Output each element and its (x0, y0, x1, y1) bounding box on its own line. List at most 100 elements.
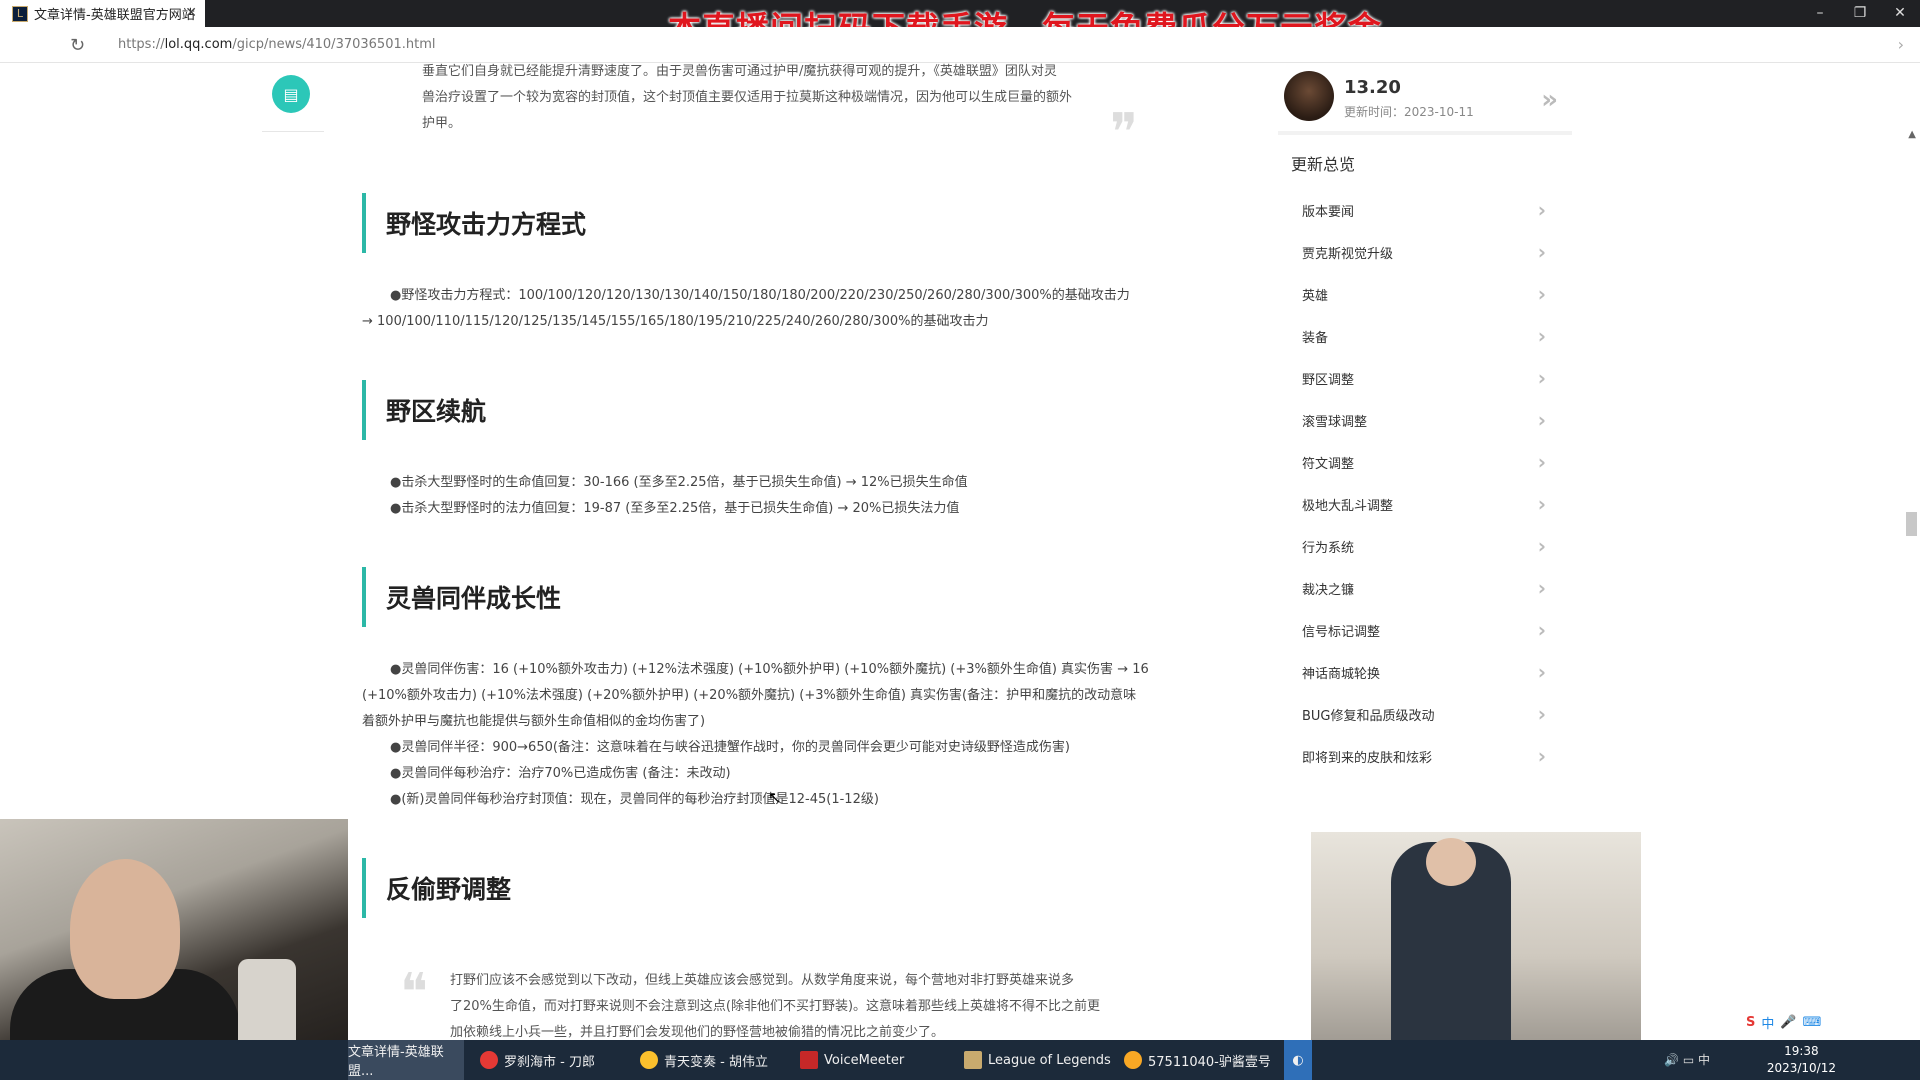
nav-item[interactable]: 版本要闻 › (1278, 189, 1572, 231)
nav-item[interactable]: 即将到来的皮肤和炫彩 › (1278, 735, 1572, 777)
intro-line: 兽治疗设置了一个较为宽容的封顶值，这个封顶值主要仅适用于拉莫斯这种极端情况，因为… (422, 90, 1073, 105)
chevron-right-icon: › (1537, 660, 1546, 684)
taskbar-item-label: 罗刹海市 - 刀郎 (504, 1054, 595, 1070)
scroll-up-icon[interactable]: ▲ (1908, 129, 1916, 140)
taskbar: 文章详情-英雄联盟... 罗刹海市 - 刀郎 青天变奏 - 胡伟立 VoiceM… (0, 1040, 1920, 1080)
nav-item-label: 符文调整 (1302, 456, 1355, 472)
ime-mode-label: 中 (1697, 1053, 1710, 1067)
taskbar-item-label: VoiceMeeter (824, 1052, 905, 1068)
double-chevron-right-icon[interactable]: » (1541, 85, 1558, 115)
window-close-icon[interactable]: ✕ (1880, 0, 1920, 27)
url-field[interactable]: https://lol.qq.com/gicp/news/410/3703650… (118, 37, 435, 52)
bullet-line: ●灵兽同伴每秒治疗：治疗70%已造成伤害 (备注：未改动) (390, 766, 731, 781)
mouse-cursor-icon: ↖ (768, 788, 782, 807)
nav-item[interactable]: 英雄 › (1278, 273, 1572, 315)
section-text: ●灵兽同伴伤害：16 (+10%额外攻击力) (+12%法术强度) (+10%额… (362, 657, 1172, 813)
url-path: /gicp/news/410/37036501.html (232, 37, 436, 52)
taskbar-item[interactable]: 57511040-驴酱壹号 (1124, 1040, 1271, 1080)
taskbar-item[interactable]: League of Legends (964, 1040, 1111, 1080)
taskbar-item[interactable]: 文章详情-英雄联盟... (348, 1040, 464, 1080)
taskbar-item[interactable]: VoiceMeeter (800, 1040, 904, 1080)
chevron-right-icon: › (1537, 576, 1546, 600)
nav-item[interactable]: 滚雪球调整 › (1278, 399, 1572, 441)
nav-item[interactable]: 信号标记调整 › (1278, 609, 1572, 651)
bullet-line: ●击杀大型野怪时的法力值回复：19-87 (至多至2.25倍，基于已损失生命值)… (390, 501, 960, 516)
nav-item[interactable]: 裁决之镰 › (1278, 567, 1572, 609)
url-host: lol.qq.com (164, 37, 233, 52)
chevron-right-icon: › (1537, 198, 1546, 222)
version-card[interactable]: 13.20 更新时间：2023-10-11 » (1278, 63, 1572, 135)
nav-item-label: BUG修复和品质级改动 (1302, 708, 1435, 724)
bullet-line: ●击杀大型野怪时的生命值回复：30-166 (至多至2.25倍，基于已损失生命值… (390, 475, 968, 490)
clock-date: 2023/10/12 (1766, 1061, 1836, 1075)
clock[interactable]: 19:38 2023/10/12 (1767, 1043, 1836, 1077)
window-controls: – ❐ ✕ (1800, 0, 1920, 27)
nav-item-label: 滚雪球调整 (1302, 414, 1368, 430)
tab-title: 文章详情-英雄联盟官方网站 (34, 8, 195, 23)
keyboard-icon: ⌨ (1802, 1014, 1822, 1030)
bullet-line: 着额外护甲与魔抗也能提供与额外生命值相似的金均伤害了) (362, 714, 706, 729)
nav-item[interactable]: 符文调整 › (1278, 441, 1572, 483)
taskbar-item[interactable]: ◐ (1284, 1040, 1312, 1080)
section-heading: 反偷野调整 (362, 858, 511, 918)
nav-item-label: 信号标记调整 (1302, 624, 1381, 640)
comment-button[interactable]: ▤ (272, 75, 310, 113)
intro-line: 垂直它们自身就已经能提升清野速度了。由于灵兽伤害可通过护甲/魔抗获得可观的提升，… (422, 64, 1057, 79)
music-app-icon (480, 1051, 498, 1069)
reload-icon[interactable]: ↻ (70, 35, 85, 56)
minimize-icon[interactable]: – (1800, 0, 1840, 27)
bullet-line: (+10%额外攻击力) (+10%法术强度) (+20%额外护甲) (+20%额… (362, 688, 1137, 703)
bullet-line: ●野怪攻击力方程式：100/100/120/120/130/130/140/15… (390, 288, 1130, 303)
chevron-right-icon: › (1537, 492, 1546, 516)
nav-item[interactable]: 装备 › (1278, 315, 1572, 357)
nav-item-label: 版本要闻 (1302, 204, 1355, 220)
chevron-right-icon: › (1537, 240, 1546, 264)
nav-item[interactable]: 行为系统 › (1278, 525, 1572, 567)
quote-line: 加依赖线上小兵一些，并且打野们会发现他们的野怪营地被偷猎的情况比之前变少了。 (450, 1025, 945, 1040)
volume-icon: 🔊 (1664, 1053, 1679, 1067)
nav-item[interactable]: BUG修复和品质级改动 › (1278, 693, 1572, 735)
close-tab-icon[interactable]: ✕ (185, 5, 197, 21)
taskbar-item-label: 青天变奏 - 胡伟立 (664, 1054, 768, 1070)
chevron-right-icon: › (1537, 702, 1546, 726)
summary-nav: 版本要闻 › 贾克斯视觉升级 › 英雄 › 装备 › 野区调整 › 滚雪球调整 › 符文调整… (1278, 189, 1572, 777)
taskbar-item-label: 57511040-驴酱壹号 (1148, 1054, 1271, 1070)
taskbar-item[interactable]: 青天变奏 - 胡伟立 (640, 1040, 768, 1080)
close-quote-icon: ❞ (1110, 103, 1138, 163)
url-prefix: https:// (118, 37, 165, 52)
intro-quote: 垂直它们自身就已经能提升清野速度了。由于灵兽伤害可通过护甲/魔抗获得可观的提升，… (422, 63, 1122, 137)
music-app-icon (640, 1051, 658, 1069)
nav-item[interactable]: 贾克斯视觉升级 › (1278, 231, 1572, 273)
section-text: ●击杀大型野怪时的生命值回复：30-166 (至多至2.25倍，基于已损失生命值… (362, 470, 1172, 522)
chevron-right-icon: › (1537, 324, 1546, 348)
system-tray[interactable]: 🔊 ▭ 中 (1664, 1051, 1710, 1068)
taskbar-item-label: 文章详情-英雄联盟... (348, 1045, 444, 1079)
bullet-line: ●灵兽同伴半径：900→650(备注：这意味着在与峡谷迅捷蟹作战时，你的灵兽同伴… (390, 740, 1071, 755)
nav-item[interactable]: 野区调整 › (1278, 357, 1572, 399)
browser-tab[interactable]: L 文章详情-英雄联盟官方网站 ✕ (0, 0, 205, 27)
chevron-right-icon: › (1537, 282, 1546, 306)
nav-item[interactable]: 极地大乱斗调整 › (1278, 483, 1572, 525)
browser-titlebar: L 文章详情-英雄联盟官方网站 ✕ 本直播间扫码下载手游，每天免费瓜分万元奖金 … (0, 0, 1920, 48)
section-heading: 野区续航 (362, 380, 486, 440)
chevron-right-icon: › (1537, 366, 1546, 390)
address-bar: ↻ https://lol.qq.com/gicp/news/410/37036… (0, 27, 1920, 63)
version-title: 13.20 (1344, 77, 1401, 98)
forward-chevron-icon[interactable]: › (1898, 35, 1904, 54)
nav-item-label: 贾克斯视觉升级 (1302, 246, 1394, 262)
taskbar-item[interactable]: 罗刹海市 - 刀郎 (480, 1040, 595, 1080)
restore-icon[interactable]: ❐ (1840, 0, 1880, 27)
person-head (1426, 838, 1476, 886)
lol-favicon-icon: L (12, 5, 28, 22)
section-text: ●野怪攻击力方程式：100/100/120/120/130/130/140/15… (362, 283, 1172, 335)
streamer-head (70, 859, 180, 999)
scrollbar-thumb[interactable] (1906, 512, 1917, 536)
ime-toolbar[interactable]: S 中 🎤 ⌨ (1740, 1010, 1828, 1034)
nav-item[interactable]: 神话商城轮换 › (1278, 651, 1572, 693)
quote-block: 打野们应该不会感觉到以下改动，但线上英雄应该会感觉到。从数学角度来说，每个营地对… (450, 968, 1210, 1040)
bullet-line: ●灵兽同伴伤害：16 (+10%额外攻击力) (+12%法术强度) (+10%额… (390, 662, 1149, 677)
summary-title: 更新总览 (1291, 155, 1356, 174)
chevron-right-icon: › (1537, 408, 1546, 432)
clock-time: 19:38 (1784, 1044, 1819, 1058)
comment-icon: ▤ (283, 84, 299, 104)
